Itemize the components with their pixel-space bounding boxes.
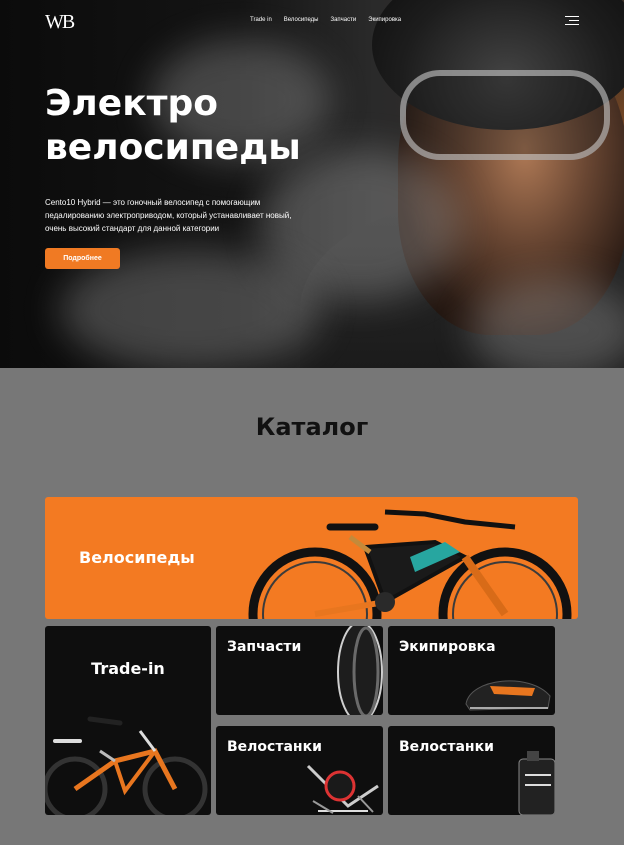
main-nav: Trade in Велосипеды Запчасти Экипировка bbox=[250, 17, 401, 23]
tire-image bbox=[337, 626, 383, 715]
hero-more-button[interactable]: Подробнее bbox=[45, 248, 120, 269]
menu-icon[interactable] bbox=[565, 16, 579, 26]
trainer-stand-image bbox=[306, 764, 379, 814]
nav-parts[interactable]: Запчасти bbox=[330, 17, 356, 23]
hero-title: Электро велосипеды bbox=[45, 82, 365, 170]
nav-trade-in[interactable]: Trade in bbox=[250, 17, 272, 23]
bicycle-image bbox=[248, 509, 572, 619]
nav-bikes[interactable]: Велосипеды bbox=[284, 17, 319, 23]
card-label: Запчасти bbox=[227, 639, 302, 655]
catalog-card-stands-2[interactable]: Велостанки bbox=[388, 726, 555, 815]
card-label: Велостанки bbox=[227, 739, 322, 755]
bicycle-image bbox=[45, 716, 208, 815]
card-label: Велостанки bbox=[399, 739, 494, 755]
nav-equipment[interactable]: Экипировка bbox=[368, 17, 401, 23]
catalog-title: Каталог bbox=[255, 413, 369, 441]
hero-banner: WB Trade in Велосипеды Запчасти Экипиров… bbox=[0, 0, 624, 368]
hero-rider-goggles bbox=[400, 70, 610, 160]
card-label: Экипировка bbox=[399, 639, 496, 655]
catalog-card-parts[interactable]: Запчасти bbox=[216, 626, 383, 715]
catalog-card-bikes[interactable]: Велосипеды bbox=[45, 497, 578, 619]
logo[interactable]: WB bbox=[45, 11, 83, 33]
helmet-image bbox=[465, 680, 551, 711]
catalog-card-stands[interactable]: Велостанки bbox=[216, 726, 383, 815]
catalog-card-trade-in[interactable]: Trade-in bbox=[45, 626, 211, 815]
hero-title-line-2: велосипеды bbox=[45, 127, 301, 168]
catalog-card-equipment[interactable]: Экипировка bbox=[388, 626, 555, 715]
hero-description: Cento10 Hybrid — это гоночный велосипед … bbox=[45, 198, 292, 233]
card-label: Велосипеды bbox=[79, 548, 195, 567]
hero-title-line-1: Электро bbox=[45, 83, 219, 124]
card-label: Trade-in bbox=[91, 659, 165, 678]
lubricant-bottle-image bbox=[518, 751, 555, 815]
